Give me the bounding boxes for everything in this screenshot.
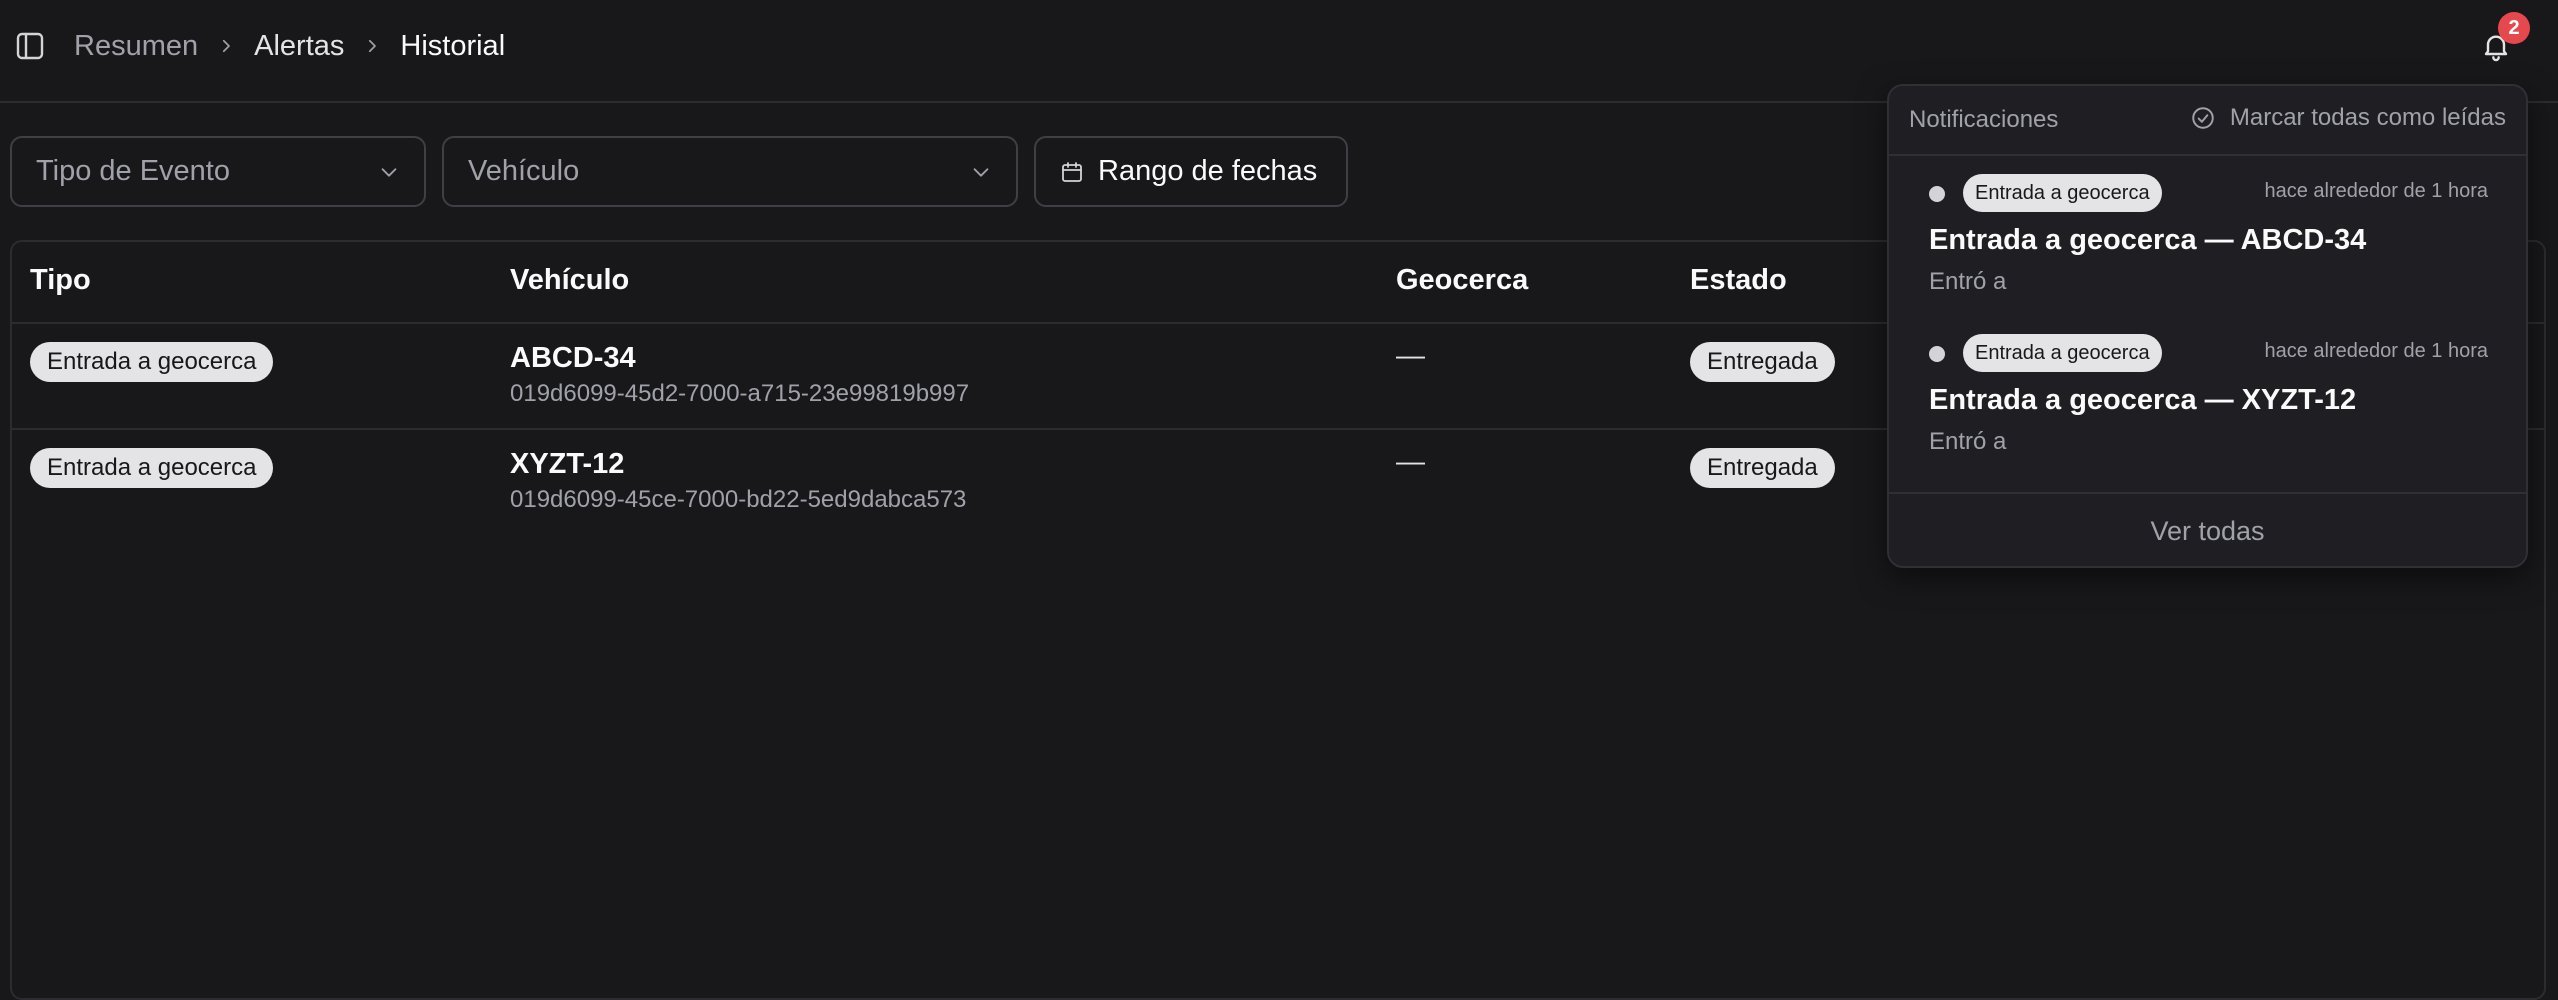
status-badge: Entregada [1690, 342, 1835, 382]
notifications-title: Notificaciones [1909, 106, 2059, 133]
status-badge: Entregada [1690, 448, 1835, 488]
notification-item[interactable]: Entrada a geocerca hace alrededor de 1 h… [1889, 158, 2526, 318]
unread-dot [1929, 186, 1945, 202]
column-header-tipo: Tipo [30, 264, 91, 296]
notification-message: Entró a [1929, 268, 2007, 295]
date-range-label: Rango de fechas [1098, 155, 1318, 187]
notifications-panel: Notificaciones Marcar todas como leídas … [1887, 84, 2528, 568]
date-range-button[interactable]: Rango de fechas [1034, 136, 1348, 207]
geofence-value: — [1396, 340, 1425, 372]
chevron-down-icon [973, 167, 989, 177]
geofence-value: — [1396, 446, 1425, 478]
vehicle-id: 019d6099-45ce-7000-bd22-5ed9dabca573 [510, 486, 967, 513]
chevron-down-icon [381, 167, 397, 177]
chevron-right-icon [344, 37, 400, 55]
notification-time: hace alrededor de 1 hora [2264, 340, 2489, 362]
breadcrumb: Resumen Alertas Historial [74, 24, 505, 68]
panel-left-icon [16, 32, 44, 60]
notifications-panel-header: Notificaciones Marcar todas como leídas [1889, 86, 2526, 156]
view-all-notifications-button[interactable]: Ver todas [1889, 492, 2526, 568]
notification-item[interactable]: Entrada a geocerca hace alrededor de 1 h… [1889, 318, 2526, 478]
notification-title: Entrada a geocerca — ABCD-34 [1929, 224, 2367, 256]
vehicle-select[interactable]: Vehículo [442, 136, 1018, 207]
notification-message: Entró a [1929, 428, 2007, 455]
calendar-icon [1060, 160, 1084, 184]
event-type-badge: Entrada a geocerca [30, 448, 274, 488]
notification-tag: Entrada a geocerca [1963, 174, 2162, 212]
column-header-vehiculo: Vehículo [510, 264, 630, 296]
notification-title: Entrada a geocerca — XYZT-12 [1929, 384, 2357, 416]
breadcrumb-item-resumen[interactable]: Resumen [74, 30, 198, 63]
event-type-select[interactable]: Tipo de Evento [10, 136, 426, 207]
mark-all-read-label: Marcar todas como leídas [2229, 104, 2506, 131]
circle-check-icon [2190, 105, 2216, 131]
chevron-right-icon [198, 37, 254, 55]
notification-count-badge: 2 [2498, 12, 2530, 44]
column-header-estado: Estado [1690, 264, 1787, 296]
sidebar-toggle-button[interactable] [12, 28, 48, 64]
notification-tag: Entrada a geocerca [1963, 334, 2162, 372]
breadcrumb-item-alertas[interactable]: Alertas [254, 30, 344, 63]
event-type-placeholder: Tipo de Evento [36, 155, 230, 187]
vehicle-id: 019d6099-45d2-7000-a715-23e99819b997 [510, 380, 970, 407]
vehicle-placeholder: Vehículo [468, 155, 580, 187]
view-all-label: Ver todas [2150, 515, 2265, 546]
event-type-badge: Entrada a geocerca [30, 342, 274, 382]
mark-all-read-button[interactable]: Marcar todas como leídas [2190, 104, 2506, 132]
vehicle-name: XYZT-12 [510, 448, 625, 480]
unread-dot [1929, 346, 1945, 362]
breadcrumb-item-historial: Historial [400, 29, 506, 62]
notification-time: hace alrededor de 1 hora [2264, 180, 2489, 202]
vehicle-name: ABCD-34 [510, 342, 636, 374]
column-header-geocerca: Geocerca [1396, 264, 1529, 296]
